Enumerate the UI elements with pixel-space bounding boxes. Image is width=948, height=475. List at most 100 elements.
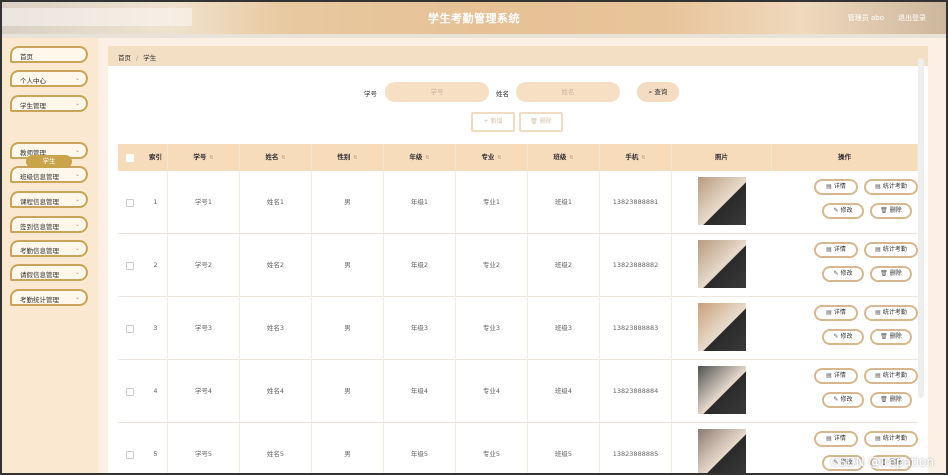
edit-button[interactable]: ✎ 修改 [822,329,864,345]
student-photo[interactable] [698,303,746,351]
student-id-input[interactable] [385,82,489,102]
sidebar-item-5[interactable]: 课程信息管理 ⌄ [10,191,88,208]
student-photo[interactable] [698,366,746,414]
stats-button[interactable]: ▤ 统计考勤 [864,305,918,321]
detail-button[interactable]: ▤ 详情 [814,305,858,321]
table-row: 3 学号3 姓名3 男年级3 专业3 班级3 13823888883 ▤ 详情 ▤ 统计考勤 ✎ 修改 🗑… [118,297,918,360]
sidebar-item-label: 课程信息管理 [20,198,59,206]
delete-button[interactable]: 🗑 删除 [870,203,912,219]
cell-id: 学号4 [168,360,240,423]
column-header-label: 操作 [838,153,851,161]
main-area: 首页/学生 学号 姓名 ⌕ 查询 + 新增 🗑 删除 索引学号⇅姓名⇅性别⇅年级… [98,38,946,473]
cell-phone: 13823888885 [600,423,672,473]
cell-index: 3 [144,297,168,360]
trash-icon: 🗑 [880,207,888,214]
sort-icon[interactable]: ⇅ [425,155,429,161]
detail-button[interactable]: ▤ 详情 [814,368,858,384]
row-checkbox[interactable] [126,262,134,270]
detail-button[interactable]: ▤ 详情 [814,431,858,447]
edit-button[interactable]: ✎ 修改 [822,203,864,219]
table-row: 2 学号2 姓名2 男年级2 专业2 班级2 13823888882 ▤ 详情 ▤ 统计考勤 ✎ 修改 🗑… [118,234,918,297]
table-row: 1 学号1 姓名1 男年级1 专业1 班级1 13823888881 ▤ 详情 ▤ 统计考勤 ✎ 修改 🗑… [118,171,918,234]
sidebar-item-0[interactable]: 首页 [10,46,88,63]
add-button[interactable]: + 新增 [471,112,515,132]
column-header[interactable]: 手机 ⇅ [600,144,672,171]
cell-gender: 男 [312,234,384,297]
column-header: 操作 [772,144,918,171]
column-header[interactable]: 班级 ⇅ [528,144,600,171]
detail-button[interactable]: ▤ 详情 [814,242,858,258]
chevron-down-icon: ⌄ [74,147,80,154]
detail-button-label: 详情 [833,246,846,253]
breadcrumb-home[interactable]: 首页 [118,54,131,62]
scrollbar[interactable] [918,58,924,398]
delete-button[interactable]: 🗑 删除 [870,266,912,282]
cell-phone: 13823888883 [600,297,672,360]
sort-icon[interactable]: ⇅ [281,155,285,161]
sidebar-item-8[interactable]: 请假信息管理 ⌄ [10,264,88,281]
sort-icon[interactable]: ⇅ [497,155,501,161]
sidebar-item-1[interactable]: 个人中心 ⌄ [10,70,88,87]
user-area: 管理员 abo 退出登录 [848,13,926,23]
delete-button[interactable]: 🗑 删除 [870,329,912,345]
search-button[interactable]: ⌕ 查询 [637,82,679,102]
sidebar-item-4[interactable]: 班级信息管理 ⌄ [10,166,88,183]
row-checkbox[interactable] [126,451,134,459]
edit-button[interactable]: ✎ 修改 [822,392,864,408]
chart-icon: ▤ [875,435,881,442]
cell-class: 班级2 [528,234,600,297]
sort-icon[interactable]: ⇅ [569,155,573,161]
cell-id: 学号5 [168,423,240,473]
cell-grade: 年级2 [384,234,456,297]
edit-button-label: 修改 [840,207,853,214]
chevron-down-icon: ⌄ [74,269,80,276]
sort-icon[interactable]: ⇅ [353,155,357,161]
trash-icon: 🗑 [880,396,888,403]
sort-icon[interactable]: ⇅ [641,155,645,161]
cell-index: 5 [144,423,168,473]
breadcrumb-current: 学生 [143,54,157,62]
delete-button[interactable]: 🗑 删除 [870,392,912,408]
chart-icon: ▤ [875,372,881,379]
select-all-checkbox[interactable] [126,154,134,162]
sidebar-item-9[interactable]: 考勤统计管理 ⌄ [10,289,88,306]
sidebar-item-label: 班级信息管理 [20,173,59,181]
chevron-down-icon: ⌄ [74,294,80,301]
row-actions: ▤ 详情 ▤ 统计考勤 ✎ 修改 🗑 删除 [794,360,918,423]
detail-button[interactable]: ▤ 详情 [814,179,858,195]
sort-icon[interactable]: ⇅ [209,155,213,161]
column-header[interactable]: 年级 ⇅ [384,144,456,171]
cell-phone: 13823888884 [600,360,672,423]
sidebar-item-6[interactable]: 签到信息管理 ⌄ [10,216,88,233]
current-user[interactable]: 管理员 abo [848,13,884,23]
stats-button[interactable]: ▤ 统计考勤 [864,368,918,384]
sidebar-item-2[interactable]: 学生管理 ⌄ [10,95,88,112]
column-header[interactable]: 专业 ⇅ [456,144,528,171]
name-input[interactable] [516,82,620,102]
column-header[interactable]: 性别 ⇅ [312,144,384,171]
logout-link[interactable]: 退出登录 [898,13,926,23]
trash-icon: 🗑 [880,333,888,340]
app-frame: 学生考勤管理系统 管理员 abo 退出登录 首页 个人中心 ⌄ 学生管理 ⌄ 教师管理 ⌄ 班… [0,0,948,475]
row-checkbox[interactable] [126,199,134,207]
search-button-label: 查询 [654,88,668,96]
stats-button[interactable]: ▤ 统计考勤 [864,179,918,195]
student-photo[interactable] [698,240,746,288]
stats-button-label: 统计考勤 [882,183,907,190]
stats-button[interactable]: ▤ 统计考勤 [864,431,918,447]
row-checkbox[interactable] [126,325,134,333]
batch-delete-button[interactable]: 🗑 删除 [519,112,563,132]
column-header[interactable]: 姓名 ⇅ [240,144,312,171]
student-photo[interactable] [698,429,746,473]
sidebar-subitem-student[interactable]: 学生 [26,155,72,168]
edit-button[interactable]: ✎ 修改 [822,266,864,282]
row-checkbox[interactable] [126,388,134,396]
student-photo[interactable] [698,177,746,225]
table-row: 4 学号4 姓名4 男年级4 专业4 班级4 13823888884 ▤ 详情 ▤ 统计考勤 ✎ 修改 🗑… [118,360,918,423]
pencil-icon: ✎ [833,396,839,403]
column-header-label: 姓名 [265,153,279,161]
stats-button[interactable]: ▤ 统计考勤 [864,242,918,258]
sidebar-item-7[interactable]: 考勤信息管理 ⌄ [10,240,88,257]
column-header-label: 索引 [149,153,162,161]
column-header[interactable]: 学号 ⇅ [168,144,240,171]
